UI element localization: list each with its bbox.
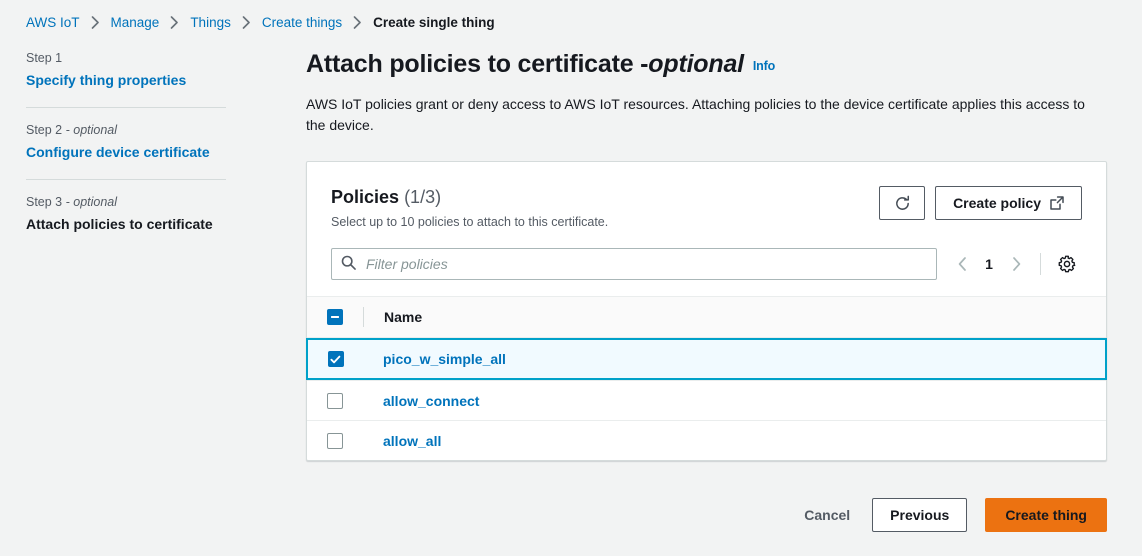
create-policy-button[interactable]: Create policy: [935, 186, 1082, 220]
breadcrumb-item-manage[interactable]: Manage: [111, 15, 160, 30]
row-checkbox[interactable]: [327, 392, 343, 409]
sidebar-step-2-label: Step 2 - optional: [26, 122, 226, 138]
breadcrumb-item-create-single-thing: Create single thing: [373, 14, 495, 30]
search-field-wrapper: [331, 248, 937, 280]
sidebar-step-2-title[interactable]: Configure device certificate: [26, 143, 226, 161]
row-name-cell: allow_all: [363, 433, 441, 449]
policies-card: Policies (1/3) Select up to 10 policies …: [306, 161, 1107, 461]
select-all-cell: [307, 309, 363, 325]
row-checkbox-cell: [308, 351, 363, 367]
column-header-name[interactable]: Name: [364, 309, 422, 325]
cancel-button[interactable]: Cancel: [800, 498, 854, 532]
row-name-cell: pico_w_simple_all: [363, 351, 506, 367]
sidebar-step-1-title[interactable]: Specify thing properties: [26, 71, 226, 89]
sidebar-step-1-number: Step 1: [26, 51, 63, 65]
page-title-main: Attach policies to certificate -: [306, 50, 649, 78]
page-title-optional: optional: [648, 50, 744, 78]
breadcrumb-separator-icon: [170, 15, 179, 29]
policies-heading-text: Policies: [331, 187, 400, 207]
pagination-next-icon[interactable]: [1003, 249, 1029, 279]
breadcrumb-item-create-things[interactable]: Create things: [262, 15, 342, 30]
create-thing-button[interactable]: Create thing: [985, 498, 1107, 532]
wizard-footer-actions: Cancel Previous Create thing: [800, 498, 1107, 532]
filter-policies-input[interactable]: [331, 248, 937, 280]
policies-filter-row: 1: [307, 230, 1106, 296]
policy-link[interactable]: allow_all: [383, 433, 441, 449]
sidebar-step-2-number: Step 2: [26, 123, 63, 137]
gear-icon[interactable]: [1052, 249, 1082, 279]
sidebar-step-3: Step 3 - optional Attach policies to cer…: [26, 194, 226, 235]
policy-link[interactable]: allow_connect: [383, 393, 479, 409]
policy-link[interactable]: pico_w_simple_all: [383, 351, 506, 367]
breadcrumb-separator-icon: [91, 15, 100, 29]
row-checkbox-cell: [307, 392, 363, 409]
policies-card-header: Policies (1/3) Select up to 10 policies …: [307, 162, 1106, 230]
sidebar-step-3-number: Step 3: [26, 195, 63, 209]
table-row[interactable]: pico_w_simple_all: [306, 338, 1107, 380]
table-header-row: Name: [307, 296, 1106, 338]
policies-heading: Policies (1/3): [331, 186, 608, 208]
pagination: 1: [949, 249, 1082, 279]
sidebar-divider: [26, 179, 226, 180]
policies-header-actions: Create policy: [879, 184, 1082, 220]
breadcrumb-separator-icon: [353, 15, 362, 29]
row-checkbox[interactable]: [327, 351, 344, 367]
select-all-checkbox[interactable]: [327, 309, 343, 325]
sidebar-step-2-optional: - optional: [62, 123, 118, 137]
page-title: Attach policies to certificate - optiona…: [306, 48, 1107, 84]
pagination-previous-icon[interactable]: [949, 249, 975, 279]
pagination-page-1[interactable]: 1: [977, 249, 1001, 279]
policies-table: Name pico_w_simple_all allow_connect all…: [306, 296, 1107, 460]
wizard-steps-sidebar: Step 1 Specify thing properties Step 2 -…: [26, 50, 226, 235]
breadcrumb-item-aws-iot[interactable]: AWS IoT: [26, 15, 80, 30]
refresh-button[interactable]: [879, 186, 926, 220]
policies-count: (1/3): [404, 187, 442, 207]
page-description: AWS IoT policies grant or deny access to…: [306, 96, 1085, 133]
breadcrumb: AWS IoT Manage Things Create things Crea…: [26, 10, 495, 34]
sidebar-step-3-label: Step 3 - optional: [26, 194, 226, 210]
row-checkbox[interactable]: [327, 432, 343, 449]
external-link-icon: [1050, 196, 1064, 210]
sidebar-step-3-optional: - optional: [62, 195, 118, 209]
policies-subheading: Select up to 10 policies to attach to th…: [331, 215, 609, 229]
info-link[interactable]: Info: [753, 50, 775, 82]
sidebar-step-1: Step 1 Specify thing properties: [26, 50, 226, 91]
policies-heading-group: Policies (1/3) Select up to 10 policies …: [331, 184, 608, 230]
page-header: Attach policies to certificate - optiona…: [306, 48, 1107, 150]
breadcrumb-item-things[interactable]: Things: [190, 15, 231, 30]
pagination-divider: [1040, 253, 1041, 275]
create-policy-label: Create policy: [953, 195, 1041, 211]
refresh-icon: [894, 195, 911, 212]
row-checkbox-cell: [307, 432, 363, 449]
previous-button[interactable]: Previous: [872, 498, 968, 532]
sidebar-divider: [26, 107, 226, 108]
row-name-cell: allow_connect: [363, 393, 479, 409]
table-row[interactable]: allow_connect: [307, 380, 1106, 420]
sidebar-step-3-title: Attach policies to certificate: [26, 216, 213, 232]
sidebar-step-1-label: Step 1: [26, 50, 226, 66]
breadcrumb-separator-icon: [242, 15, 251, 29]
sidebar-step-2: Step 2 - optional Configure device certi…: [26, 122, 226, 163]
table-row[interactable]: allow_all: [307, 420, 1106, 460]
